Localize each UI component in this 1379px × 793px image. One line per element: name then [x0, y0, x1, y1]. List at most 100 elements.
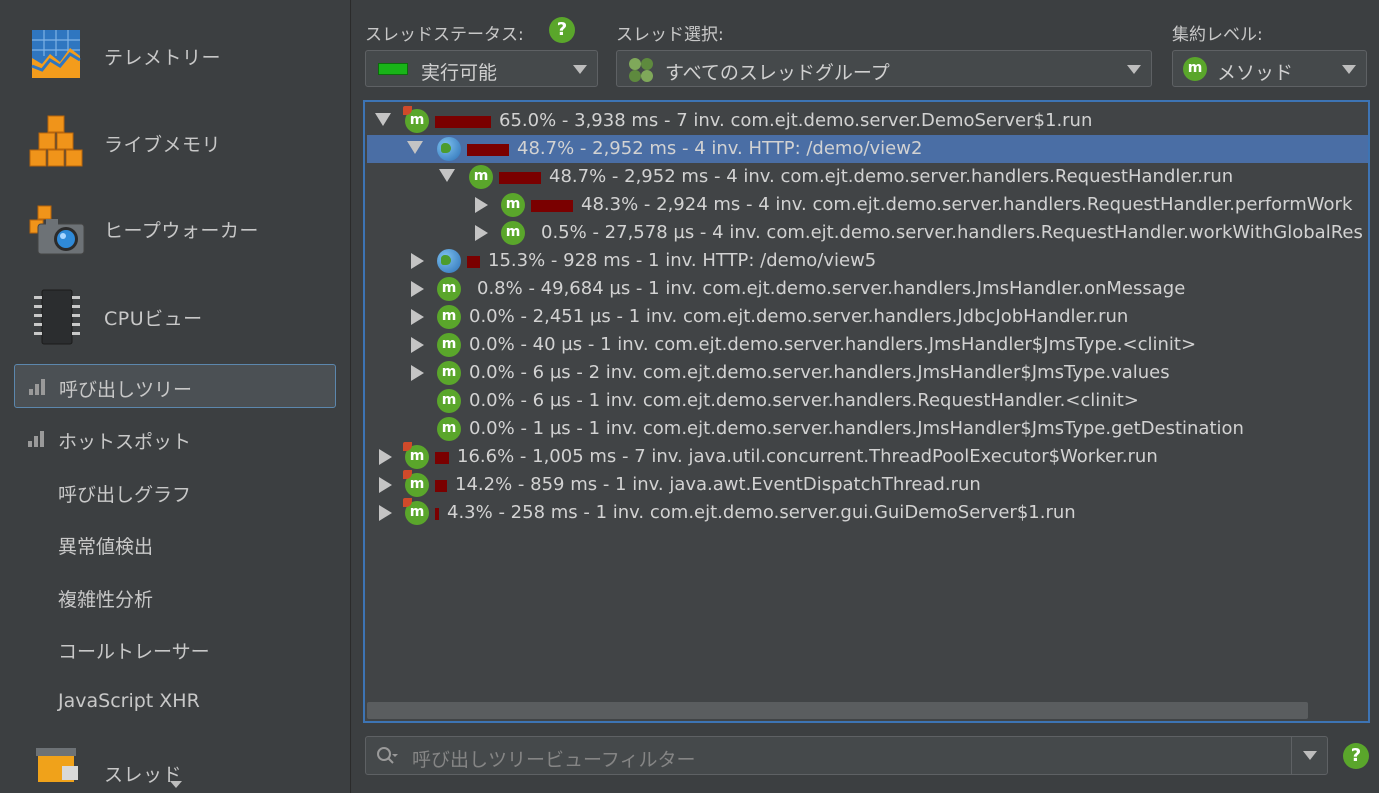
threads-icon	[36, 748, 78, 782]
tree-row-label: 65.0% - 3,938 ms - 7 inv. com.ejt.demo.s…	[499, 110, 1093, 131]
call-tree[interactable]: m 65.0% - 3,938 ms - 7 inv. com.ejt.demo.…	[363, 100, 1370, 723]
tree-row[interactable]: m 0.0% - 6 µs - 1 inv. com.ejt.demo.serve…	[367, 387, 1368, 415]
method-icon: m	[469, 165, 493, 189]
aggregation-level-dropdown[interactable]: m メソッド	[1172, 50, 1367, 87]
tree-row-label: 0.0% - 6 µs - 2 inv. com.ejt.demo.server…	[469, 362, 1170, 383]
collapse-toggle-icon[interactable]	[439, 169, 455, 182]
sidebar-item-call-graph[interactable]: 呼び出しグラフ	[14, 470, 336, 514]
percentage-bar	[435, 116, 491, 128]
bar-chart-icon	[29, 379, 47, 395]
expand-toggle-icon[interactable]	[379, 505, 392, 521]
sidebar-item-label: ライブメモリ	[104, 134, 222, 156]
tree-row[interactable]: m 48.7% - 2,952 ms - 4 inv. com.ejt.demo.…	[367, 163, 1368, 191]
thread-marker	[403, 106, 412, 115]
percentage-bar	[499, 172, 541, 184]
scroll-down-icon[interactable]	[170, 781, 182, 789]
expand-toggle-icon[interactable]	[475, 197, 488, 213]
sidebar-item-label: 複雑性分析	[58, 589, 154, 611]
expand-toggle-icon[interactable]	[411, 365, 424, 381]
percentage-bar	[531, 200, 573, 212]
thread-group-icon	[629, 58, 653, 82]
percentage-bar	[435, 480, 447, 492]
sidebar-item-telemetry[interactable]: テレメトリー	[0, 14, 350, 94]
tree-row-label: 0.8% - 49,684 µs - 1 inv. com.ejt.demo.s…	[477, 278, 1186, 299]
sidebar-item-javascript-xhr[interactable]: JavaScript XHR	[14, 680, 336, 724]
tree-row[interactable]: m 0.0% - 1 µs - 1 inv. com.ejt.demo.serve…	[367, 415, 1368, 443]
tree-row[interactable]: m 0.5% - 27,578 µs - 4 inv. com.ejt.demo.…	[367, 219, 1368, 247]
filter-help-icon[interactable]: ?	[1343, 743, 1369, 769]
expand-toggle-icon[interactable]	[411, 309, 424, 325]
filter-history-dropdown[interactable]	[1291, 737, 1327, 774]
sidebar-item-label: JavaScript XHR	[58, 690, 200, 712]
thread-selection-label: スレッド選択:	[616, 25, 724, 45]
tree-row-label: 48.7% - 2,952 ms - 4 inv. HTTP: /demo/vi…	[517, 138, 923, 159]
expand-toggle-icon[interactable]	[411, 253, 424, 269]
method-thread-icon: m	[403, 498, 429, 525]
expand-toggle-icon[interactable]	[411, 281, 424, 297]
method-icon: m	[437, 305, 461, 329]
sidebar-item-outlier-detection[interactable]: 異常値検出	[14, 522, 336, 566]
tree-row-label: 4.3% - 258 ms - 1 inv. com.ejt.demo.serv…	[447, 502, 1076, 523]
tree-row[interactable]: m 16.6% - 1,005 ms - 7 inv. java.util.con…	[367, 442, 1368, 471]
sidebar-item-label: 呼び出しグラフ	[58, 484, 192, 506]
sidebar-item-cpu-views[interactable]: CPUビュー	[0, 276, 350, 356]
filter-placeholder: 呼び出しツリービューフィルター	[412, 749, 696, 771]
thread-selection-dropdown[interactable]: すべてのスレッドグループ	[616, 50, 1152, 87]
horizontal-scrollbar[interactable]	[367, 702, 1308, 719]
tree-row-label: 0.0% - 1 µs - 1 inv. com.ejt.demo.server…	[469, 418, 1244, 439]
globe-icon	[437, 137, 461, 161]
tree-row[interactable]: m 0.0% - 40 µs - 1 inv. com.ejt.demo.serv…	[367, 331, 1368, 359]
sidebar-item-label: コールトレーサー	[58, 641, 210, 663]
tree-row[interactable]: m 0.8% - 49,684 µs - 1 inv. com.ejt.demo.…	[367, 275, 1368, 303]
sidebar-item-label: 異常値検出	[58, 536, 154, 558]
sidebar-item-heap-walker[interactable]: ヒープウォーカー	[0, 188, 350, 268]
tree-row[interactable]: m 48.3% - 2,924 ms - 4 inv. com.ejt.demo.…	[367, 191, 1368, 219]
percentage-bar	[435, 508, 439, 520]
collapse-toggle-icon[interactable]	[375, 113, 391, 126]
call-tree-filter[interactable]: 呼び出しツリービューフィルター	[365, 736, 1328, 775]
expand-toggle-icon[interactable]	[379, 477, 392, 493]
sidebar-item-label: 呼び出しツリー	[59, 379, 193, 401]
help-icon[interactable]: ?	[549, 17, 575, 43]
expand-toggle-icon[interactable]	[411, 337, 424, 353]
method-icon: m	[437, 361, 461, 385]
expand-toggle-icon[interactable]	[379, 449, 392, 465]
method-icon: m	[437, 389, 461, 413]
chevron-down-icon	[1303, 751, 1317, 760]
view-selector-sidebar: テレメトリー ライブメモリ ヒープウォーカー CPUビュー 呼び出しツリー ホッ…	[0, 0, 351, 793]
tree-row[interactable]: m 0.0% - 6 µs - 2 inv. com.ejt.demo.serve…	[367, 359, 1368, 387]
search-icon[interactable]	[376, 746, 398, 766]
percentage-bar	[467, 256, 480, 268]
sidebar-item-live-memory[interactable]: ライブメモリ	[0, 102, 350, 182]
live-memory-icon	[29, 115, 83, 167]
tree-row-label: 0.0% - 40 µs - 1 inv. com.ejt.demo.serve…	[469, 334, 1197, 355]
tree-row[interactable]: m 0.0% - 2,451 µs - 1 inv. com.ejt.demo.s…	[367, 303, 1368, 331]
thread-status-label: スレッドステータス:	[365, 25, 524, 45]
tree-row-label: 0.0% - 2,451 µs - 1 inv. com.ejt.demo.se…	[469, 306, 1129, 327]
tree-row-label: 0.0% - 6 µs - 1 inv. com.ejt.demo.server…	[469, 390, 1139, 411]
heap-walker-icon	[29, 205, 85, 255]
method-icon: m	[501, 193, 525, 217]
thread-marker	[403, 470, 412, 479]
call-tree-view: スレッドステータス: ? 実行可能 スレッド選択: すべてのスレッドグループ 集…	[352, 0, 1379, 793]
sidebar-item-complexity-analysis[interactable]: 複雑性分析	[14, 575, 336, 619]
method-icon: m	[501, 221, 525, 245]
tree-row-label: 16.6% - 1,005 ms - 7 inv. java.util.conc…	[457, 446, 1158, 467]
collapse-toggle-icon[interactable]	[407, 141, 423, 154]
sidebar-item-hot-spots[interactable]: ホットスポット	[14, 417, 336, 461]
tree-row[interactable]: m 65.0% - 3,938 ms - 7 inv. com.ejt.demo.…	[367, 106, 1368, 135]
percentage-bar	[467, 144, 509, 156]
tree-row-label: 15.3% - 928 ms - 1 inv. HTTP: /demo/view…	[488, 250, 877, 271]
thread-status-dropdown[interactable]: 実行可能	[365, 50, 598, 87]
sidebar-item-call-tree[interactable]: 呼び出しツリー	[14, 364, 336, 408]
tree-row[interactable]: m 4.3% - 258 ms - 1 inv. com.ejt.demo.ser…	[367, 498, 1368, 527]
sidebar-item-label: ヒープウォーカー	[104, 220, 259, 242]
method-icon: m	[437, 417, 461, 441]
tree-row[interactable]: m 14.2% - 859 ms - 1 inv. java.awt.EventD…	[367, 470, 1368, 499]
sidebar-item-call-tracer[interactable]: コールトレーサー	[14, 627, 336, 671]
chevron-down-icon	[573, 65, 587, 74]
tree-row[interactable]: 15.3% - 928 ms - 1 inv. HTTP: /demo/view…	[367, 247, 1368, 275]
expand-toggle-icon[interactable]	[475, 225, 488, 241]
method-icon: m	[437, 277, 461, 301]
tree-row[interactable]: 48.7% - 2,952 ms - 4 inv. HTTP: /demo/vi…	[367, 135, 1368, 163]
